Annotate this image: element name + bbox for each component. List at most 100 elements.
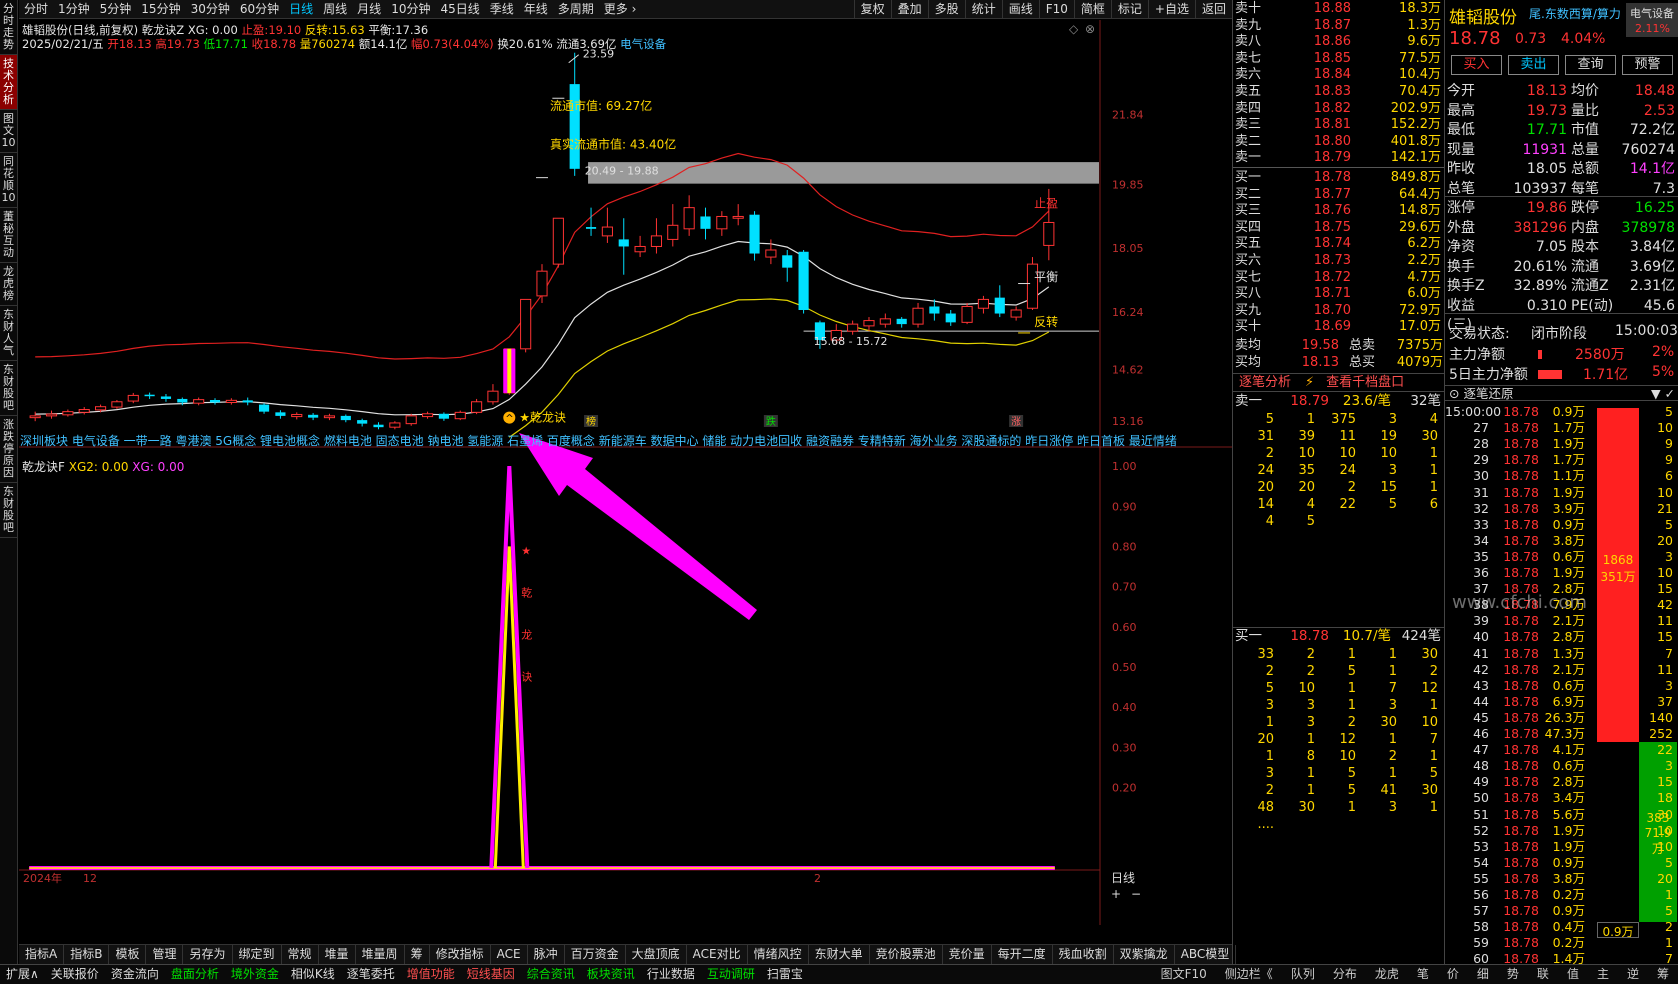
candle[interactable] [961,302,973,325]
candle[interactable] [716,211,728,236]
candle[interactable] [225,398,237,405]
candle[interactable] [929,299,940,321]
filter-icon[interactable]: ▼ ✓ [1651,386,1675,401]
period-tab-9[interactable]: 10分钟 [386,0,435,18]
chart-action-9[interactable]: 返回 [1194,0,1232,19]
side-tab-5[interactable]: 笔 [1408,965,1438,984]
chart-action-4[interactable]: 画线 [1001,0,1039,19]
candle[interactable] [421,411,434,419]
ask-row[interactable]: 卖五 18.83 70.4万 [1233,83,1445,100]
side-tab-1[interactable]: 侧边栏《 [1216,965,1282,984]
status-tab-3[interactable]: 盘面分析 [165,965,225,984]
candle[interactable] [847,320,859,335]
candle[interactable] [536,264,548,303]
chart-action-2[interactable]: 多股 [927,0,965,19]
candle[interactable] [552,217,564,268]
ask-row[interactable]: 卖四 18.82 202.9万 [1233,100,1445,117]
candle[interactable] [994,285,1005,318]
sub-indicator-name[interactable]: 乾龙诀F [22,460,65,474]
period-tab-10[interactable]: 45日线 [435,0,484,18]
period-tab-14[interactable]: 更多 › [599,0,642,18]
candle[interactable] [700,207,711,240]
bid-row[interactable]: 买二 18.77 64.4万 [1233,186,1445,203]
indicator-tab-2[interactable]: 模板 [109,945,147,964]
indicator-tab-10[interactable]: 修改指标 [430,945,491,964]
settings-icon[interactable]: ◇ [1069,22,1079,36]
candle[interactable] [487,384,499,405]
candle[interactable] [667,204,679,247]
period-tab-11[interactable]: 季线 [485,0,519,18]
period-tab-13[interactable]: 多周期 [553,0,599,18]
candle[interactable] [291,412,303,420]
indicator-tab-15[interactable]: ACE对比 [687,945,748,964]
status-tab-0[interactable]: 扩展∧ [0,965,45,984]
period-tab-7[interactable]: 周线 [318,0,352,18]
period-tab-8[interactable]: 月线 [352,0,386,18]
chart-action-7[interactable]: 标记 [1110,0,1148,19]
bid-row[interactable]: 买九 18.70 72.9万 [1233,302,1445,319]
candle[interactable] [896,317,907,328]
indicator-tab-18[interactable]: 竞价股票池 [870,945,943,964]
status-tab-13[interactable]: 扫雷宝 [761,965,809,984]
candle[interactable] [405,413,417,426]
candle[interactable] [945,310,956,326]
indicator-tab-1[interactable]: 指标B [64,945,110,964]
candle[interactable] [78,407,90,415]
status-tab-9[interactable]: 综合资讯 [521,965,581,984]
indicator-tab-9[interactable]: 筹 [405,945,430,964]
candle[interactable] [912,302,924,328]
quote-button-2[interactable]: 查询 [1565,55,1616,75]
left-tab-1[interactable]: 技术分析 [0,55,17,110]
collapse-icon[interactable]: ⊙ [1445,386,1463,401]
candle[interactable] [782,250,793,282]
left-tab-4[interactable]: 董秘互动 [0,208,17,263]
status-tab-11[interactable]: 行业数据 [641,965,701,984]
period-tab-12[interactable]: 年线 [519,0,553,18]
quote-button-1[interactable]: 卖出 [1508,55,1559,75]
candle[interactable] [569,52,580,176]
candle[interactable] [62,409,74,417]
quote-concept-tag[interactable]: 尾.东数西算/算力 [1529,5,1621,22]
status-tab-4[interactable]: 境外资金 [225,965,285,984]
period-tab-0[interactable]: 分时 [19,0,53,18]
candle[interactable] [389,421,401,430]
period-tab-2[interactable]: 5分钟 [95,0,137,18]
candle[interactable] [340,414,351,423]
side-tab-3[interactable]: 分布 [1324,965,1366,984]
chart-action-1[interactable]: 叠加 [890,0,928,19]
candle[interactable] [29,411,41,422]
candle[interactable] [160,394,172,402]
indicator-tab-6[interactable]: 常规 [282,945,319,964]
candle[interactable] [275,410,286,419]
status-tab-8[interactable]: 短线基因 [461,965,521,984]
indicator-tab-16[interactable]: 情绪风控 [748,945,809,964]
chart-action-3[interactable]: 统计 [964,0,1002,19]
indicator-tab-8[interactable]: 堆量周 [356,945,405,964]
left-tab-2[interactable]: 图文10 [0,110,17,153]
indicator-tab-5[interactable]: 绑定到 [233,945,282,964]
left-tab-6[interactable]: 东财人气 [0,306,17,361]
depth-view-tab[interactable]: 查看千档盘口 [1322,374,1408,391]
candle[interactable] [242,397,253,406]
candle[interactable] [1010,306,1022,321]
ask-row[interactable]: 卖一 18.79 142.1万 [1233,149,1445,166]
status-tab-12[interactable]: 互动调研 [701,965,761,984]
candle[interactable] [650,218,663,254]
indicator-tab-17[interactable]: 东财大单 [809,945,870,964]
tick-analysis-tab[interactable]: 逐笔分析 [1233,374,1297,391]
candle[interactable] [585,207,597,236]
candle[interactable] [879,313,891,328]
indicator-tab-23[interactable]: ABC模型 [1175,945,1237,964]
status-tab-5[interactable]: 相似K线 [285,965,341,984]
ask-row[interactable]: 卖七 18.85 77.5万 [1233,50,1445,67]
indicator-tab-13[interactable]: 百万资金 [565,945,626,964]
indicator-tab-4[interactable]: 另存为 [183,945,233,964]
candle[interactable] [618,218,629,275]
left-tab-9[interactable]: 东财股吧 [0,483,17,538]
candle[interactable] [373,422,384,430]
chart-action-0[interactable]: 复权 [853,0,891,19]
side-tab-2[interactable]: 队列 [1282,965,1324,984]
candle[interactable] [127,392,139,404]
candle[interactable] [144,392,155,399]
candle[interactable] [111,400,123,409]
